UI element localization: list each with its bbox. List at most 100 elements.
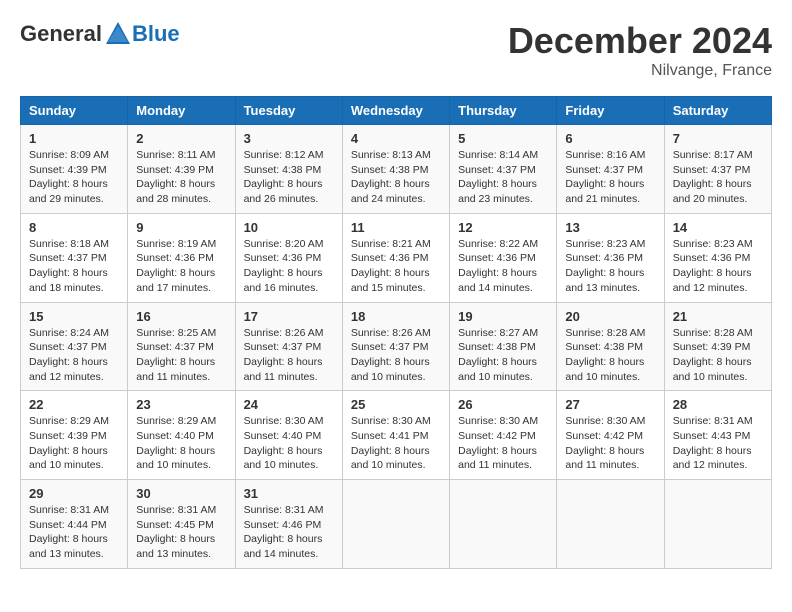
cell-sunrise: Sunrise: 8:18 AM [29,238,109,250]
cell-sunset: Sunset: 4:39 PM [136,164,214,176]
cell-sunrise: Sunrise: 8:23 AM [673,238,753,250]
cell-sunrise: Sunrise: 8:31 AM [244,504,324,516]
logo-icon [104,20,132,48]
cell-sunset: Sunset: 4:37 PM [458,164,536,176]
day-number: 31 [244,486,334,501]
cell-sunrise: Sunrise: 8:24 AM [29,327,109,339]
cell-daylight: Daylight: 8 hours and 10 minutes. [351,356,430,383]
cell-daylight: Daylight: 8 hours and 23 minutes. [458,178,537,205]
day-of-week-header: Friday [557,97,664,125]
page-header: General Blue December 2024 Nilvange, Fra… [20,20,772,80]
day-number: 1 [29,131,119,146]
cell-daylight: Daylight: 8 hours and 12 minutes. [673,445,752,472]
cell-sunrise: Sunrise: 8:17 AM [673,149,753,161]
calendar-week-row: 1 Sunrise: 8:09 AM Sunset: 4:39 PM Dayli… [21,125,772,214]
cell-sunset: Sunset: 4:36 PM [673,252,751,264]
cell-daylight: Daylight: 8 hours and 16 minutes. [244,267,323,294]
calendar-cell [664,480,771,569]
calendar-cell: 7 Sunrise: 8:17 AM Sunset: 4:37 PM Dayli… [664,125,771,214]
cell-sunset: Sunset: 4:46 PM [244,519,322,531]
cell-daylight: Daylight: 8 hours and 10 minutes. [565,356,644,383]
cell-sunrise: Sunrise: 8:31 AM [136,504,216,516]
day-number: 7 [673,131,763,146]
day-of-week-header: Saturday [664,97,771,125]
cell-sunset: Sunset: 4:41 PM [351,430,429,442]
cell-sunset: Sunset: 4:39 PM [29,430,107,442]
calendar-week-row: 29 Sunrise: 8:31 AM Sunset: 4:44 PM Dayl… [21,480,772,569]
cell-daylight: Daylight: 8 hours and 12 minutes. [673,267,752,294]
cell-sunset: Sunset: 4:37 PM [136,341,214,353]
cell-daylight: Daylight: 8 hours and 13 minutes. [565,267,644,294]
cell-daylight: Daylight: 8 hours and 29 minutes. [29,178,108,205]
month-title: December 2024 [508,20,772,62]
cell-sunrise: Sunrise: 8:21 AM [351,238,431,250]
cell-daylight: Daylight: 8 hours and 14 minutes. [458,267,537,294]
cell-sunrise: Sunrise: 8:31 AM [673,415,753,427]
cell-sunset: Sunset: 4:40 PM [136,430,214,442]
calendar-cell: 21 Sunrise: 8:28 AM Sunset: 4:39 PM Dayl… [664,302,771,391]
day-number: 6 [565,131,655,146]
cell-sunset: Sunset: 4:37 PM [565,164,643,176]
cell-sunrise: Sunrise: 8:25 AM [136,327,216,339]
calendar-cell: 10 Sunrise: 8:20 AM Sunset: 4:36 PM Dayl… [235,213,342,302]
day-number: 12 [458,220,548,235]
calendar-table: SundayMondayTuesdayWednesdayThursdayFrid… [20,96,772,569]
calendar-cell: 3 Sunrise: 8:12 AM Sunset: 4:38 PM Dayli… [235,125,342,214]
cell-sunrise: Sunrise: 8:16 AM [565,149,645,161]
cell-sunrise: Sunrise: 8:22 AM [458,238,538,250]
cell-sunset: Sunset: 4:45 PM [136,519,214,531]
cell-sunset: Sunset: 4:39 PM [673,341,751,353]
day-number: 8 [29,220,119,235]
cell-sunset: Sunset: 4:36 PM [458,252,536,264]
cell-daylight: Daylight: 8 hours and 11 minutes. [244,356,323,383]
cell-sunset: Sunset: 4:40 PM [244,430,322,442]
calendar-cell: 13 Sunrise: 8:23 AM Sunset: 4:36 PM Dayl… [557,213,664,302]
cell-sunrise: Sunrise: 8:30 AM [458,415,538,427]
day-number: 29 [29,486,119,501]
calendar-week-row: 22 Sunrise: 8:29 AM Sunset: 4:39 PM Dayl… [21,391,772,480]
cell-sunrise: Sunrise: 8:28 AM [673,327,753,339]
calendar-cell: 24 Sunrise: 8:30 AM Sunset: 4:40 PM Dayl… [235,391,342,480]
calendar-cell: 11 Sunrise: 8:21 AM Sunset: 4:36 PM Dayl… [342,213,449,302]
day-number: 19 [458,309,548,324]
calendar-cell: 6 Sunrise: 8:16 AM Sunset: 4:37 PM Dayli… [557,125,664,214]
cell-sunset: Sunset: 4:37 PM [244,341,322,353]
cell-daylight: Daylight: 8 hours and 13 minutes. [136,533,215,560]
day-number: 18 [351,309,441,324]
day-number: 21 [673,309,763,324]
cell-sunrise: Sunrise: 8:26 AM [351,327,431,339]
cell-sunrise: Sunrise: 8:14 AM [458,149,538,161]
cell-sunset: Sunset: 4:38 PM [351,164,429,176]
day-of-week-header: Sunday [21,97,128,125]
cell-daylight: Daylight: 8 hours and 11 minutes. [565,445,644,472]
calendar-cell: 22 Sunrise: 8:29 AM Sunset: 4:39 PM Dayl… [21,391,128,480]
cell-sunset: Sunset: 4:43 PM [673,430,751,442]
calendar-cell [557,480,664,569]
cell-daylight: Daylight: 8 hours and 15 minutes. [351,267,430,294]
cell-sunset: Sunset: 4:39 PM [29,164,107,176]
cell-sunset: Sunset: 4:37 PM [29,341,107,353]
calendar-cell [342,480,449,569]
cell-daylight: Daylight: 8 hours and 11 minutes. [136,356,215,383]
cell-sunrise: Sunrise: 8:30 AM [244,415,324,427]
day-number: 11 [351,220,441,235]
cell-sunset: Sunset: 4:42 PM [458,430,536,442]
cell-daylight: Daylight: 8 hours and 11 minutes. [458,445,537,472]
day-of-week-header: Thursday [450,97,557,125]
cell-daylight: Daylight: 8 hours and 17 minutes. [136,267,215,294]
day-number: 10 [244,220,334,235]
cell-sunset: Sunset: 4:37 PM [351,341,429,353]
calendar-header-row: SundayMondayTuesdayWednesdayThursdayFrid… [21,97,772,125]
cell-sunrise: Sunrise: 8:30 AM [351,415,431,427]
calendar-cell: 30 Sunrise: 8:31 AM Sunset: 4:45 PM Dayl… [128,480,235,569]
cell-daylight: Daylight: 8 hours and 10 minutes. [29,445,108,472]
calendar-cell: 8 Sunrise: 8:18 AM Sunset: 4:37 PM Dayli… [21,213,128,302]
day-number: 3 [244,131,334,146]
calendar-cell: 4 Sunrise: 8:13 AM Sunset: 4:38 PM Dayli… [342,125,449,214]
cell-daylight: Daylight: 8 hours and 21 minutes. [565,178,644,205]
day-number: 23 [136,397,226,412]
location-text: Nilvange, France [508,62,772,80]
cell-daylight: Daylight: 8 hours and 10 minutes. [244,445,323,472]
calendar-cell: 12 Sunrise: 8:22 AM Sunset: 4:36 PM Dayl… [450,213,557,302]
day-number: 17 [244,309,334,324]
